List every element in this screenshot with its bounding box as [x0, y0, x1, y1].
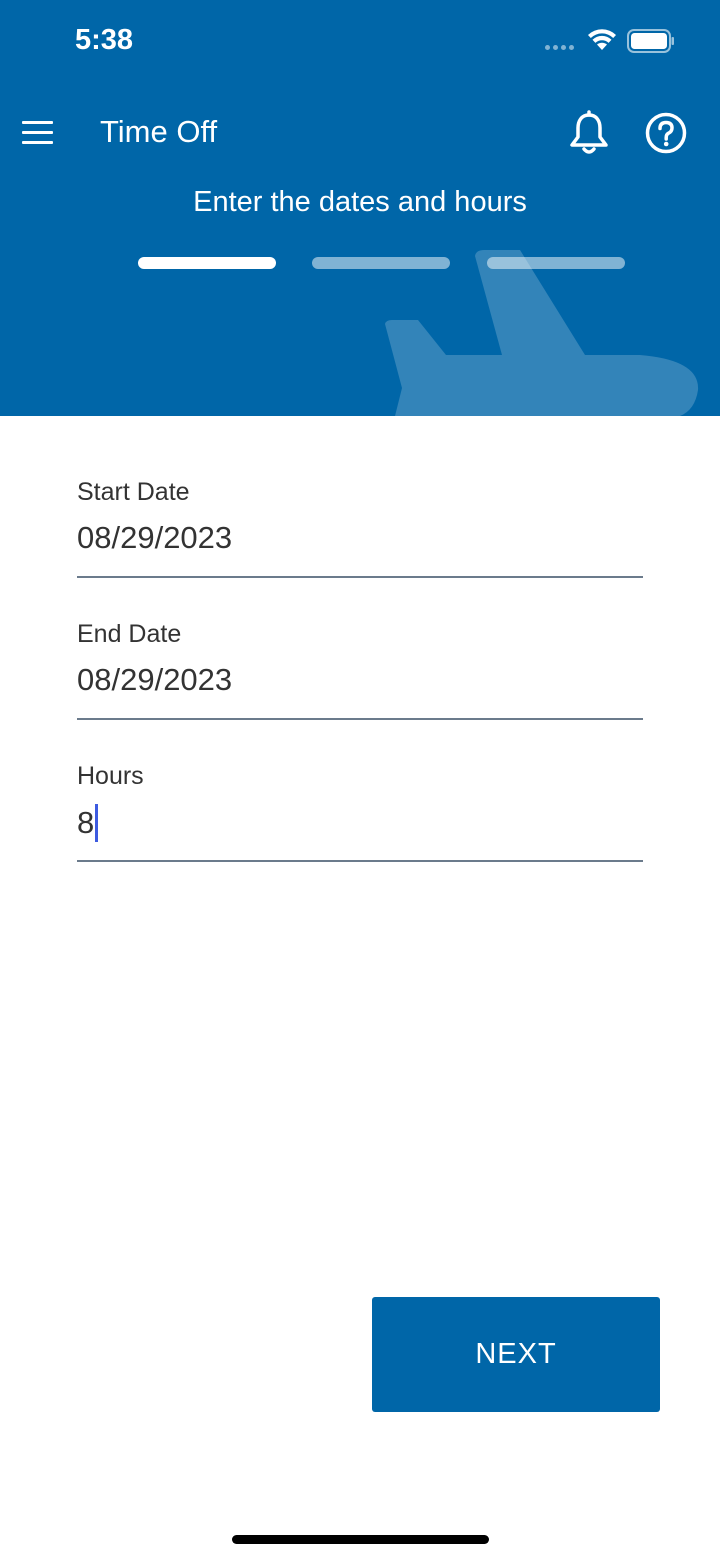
- end-date-value[interactable]: 08/29/2023: [77, 662, 232, 698]
- hours-input[interactable]: 8: [77, 804, 99, 842]
- start-date-value[interactable]: 08/29/2023: [77, 520, 232, 556]
- hamburger-menu-icon[interactable]: [22, 120, 53, 146]
- step-indicator-3: [487, 257, 625, 269]
- help-circle-icon[interactable]: [645, 112, 687, 154]
- header: 5:38 Time Off Enter the dates and hours: [0, 0, 720, 416]
- hours-underline: [77, 860, 643, 862]
- end-date-label: End Date: [77, 620, 182, 648]
- end-date-field[interactable]: End Date 08/29/2023: [77, 620, 643, 720]
- start-date-field[interactable]: Start Date 08/29/2023: [77, 478, 643, 578]
- hours-field[interactable]: Hours 8: [77, 762, 643, 862]
- home-indicator[interactable]: [232, 1535, 489, 1544]
- battery-icon: [627, 29, 674, 53]
- wifi-icon: [588, 29, 616, 50]
- step-title: Enter the dates and hours: [193, 186, 527, 218]
- hours-label: Hours: [77, 762, 144, 790]
- start-date-underline: [77, 576, 643, 578]
- next-button[interactable]: NEXT: [372, 1297, 660, 1412]
- cellular-signal-icon: [545, 45, 574, 50]
- status-bar-time: 5:38: [75, 24, 134, 56]
- end-date-underline: [77, 718, 643, 720]
- start-date-label: Start Date: [77, 478, 190, 506]
- step-indicator-2: [312, 257, 450, 269]
- page-title: Time Off: [100, 114, 218, 149]
- step-indicator-1: [138, 257, 276, 269]
- bell-icon[interactable]: [568, 110, 610, 156]
- text-caret: [95, 804, 99, 842]
